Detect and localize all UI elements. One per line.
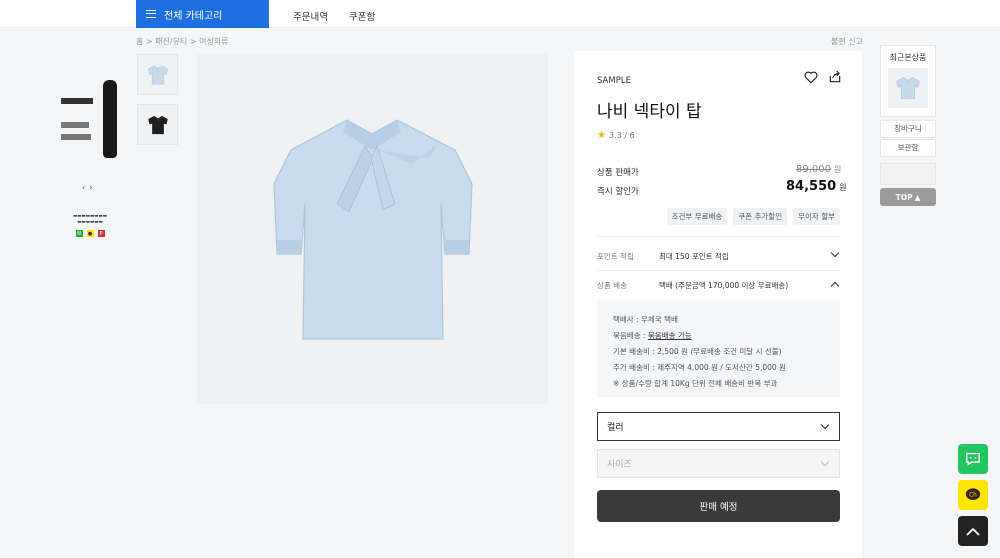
menu-icon [146,10,156,18]
top-bar: 전체 카테고리 주문내역 쿠폰함 [0,0,1000,28]
shipping-extra-fee: 추가 배송비 : 제주지역 4,000 원 / 도서산간 5,000 원 [613,363,786,372]
points-value: 최대 150 포인트 적립 [659,252,729,261]
tag-coupon-discount: 쿠폰 추가할인 [733,208,788,225]
promo-graphic-text: ▬▬▬▬▬▬▬▬ ▬▬▬▬▬▬ [72,214,107,225]
shipping-label: 상품 배송 [597,281,627,290]
star-icon: ★ [597,130,606,141]
share-icon[interactable] [828,70,842,84]
divider [597,270,840,271]
recent-product-thumbnail[interactable] [888,68,928,108]
ad-graphic-line [61,134,91,140]
scroll-top-button[interactable]: TOP ▲ [880,188,936,206]
kakao-channel-button[interactable]: Ch [958,480,988,510]
left-promo-banner[interactable]: ▬▬▬▬▬▬▬▬ ▬▬▬▬▬▬ N ● P [65,214,115,237]
left-banner-ad[interactable] [55,80,125,160]
report-link[interactable]: 불편 신고 [831,36,863,47]
chat-bubble-icon [966,452,980,466]
caret-up-icon: ▲ [914,192,921,202]
color-select-label: 컬러 [607,423,624,433]
scroll-up-button[interactable] [958,516,988,546]
buy-button[interactable]: 판매 예정 [597,490,840,522]
product-rating[interactable]: ★ 3.3 / 6 [597,130,635,141]
price-label: 상품 판매가 [597,168,639,178]
blouse-image [273,119,473,340]
benefit-tags: 조건부 무료배송 쿠폰 추가할인 무이자 할부 [666,208,840,225]
bundle-shipping-link[interactable]: 묶음배송 가능 [648,331,692,340]
kakao-channel-icon: Ch [965,488,981,500]
brand-name[interactable]: SAMPLE [597,76,631,86]
cart-link[interactable]: 장바구니 [880,120,936,138]
ad-product-graphic [103,80,117,158]
talk-chat-button[interactable] [958,444,988,474]
blouse-thumbnail-image [896,77,920,99]
blouse-thumbnail-image [147,65,168,84]
chevron-up-icon [966,527,980,536]
nav-coupons-link[interactable]: 쿠폰함 [349,9,375,23]
nav-orders-link[interactable]: 주문내역 [293,9,328,23]
shipping-details: 택배사 : 우체국 택배 묶음배송 : 묶음배송 가능 기본 배송비 : 2,5… [597,300,840,397]
rating-value: 3.3 / 6 [608,131,635,140]
color-select[interactable]: 컬러 [597,412,840,441]
product-thumbnail-black[interactable] [137,104,178,145]
heart-icon[interactable] [804,71,818,84]
partner-logo-icon: N [75,230,83,237]
sale-price: 84,550 원 [786,179,847,194]
partner-logo-icon: P [97,230,105,237]
size-select[interactable]: 사이즈 [597,449,840,478]
product-title: 나비 넥타이 탑 [597,102,702,122]
divider [597,236,840,237]
discount-label: 즉시 할인가 [597,187,639,197]
all-categories-label: 전체 카테고리 [164,10,223,22]
partner-logo-icon: ● [86,230,94,237]
product-thumbnail-blue[interactable] [137,54,178,95]
wishlist-link[interactable]: 보관함 [880,139,936,157]
main-product-image[interactable] [197,54,548,404]
sidebar-banner-ad[interactable] [880,163,936,185]
tag-free-shipping: 조건부 무료배송 [666,208,728,225]
shipping-courier: 택배사 : 우체국 택배 [613,315,678,324]
top-label: TOP [895,192,913,202]
promo-logos: N ● P [65,230,115,237]
svg-text:Ch: Ch [969,492,977,498]
shipping-value: 택배 (주문금액 170,000 이상 무료배송) [659,281,789,290]
recently-viewed-title: 최근본상품 [889,53,927,62]
shipping-bundle: 묶음배송 : 묶음배송 가능 [613,331,692,340]
chevron-down-icon [820,457,830,467]
blouse-thumbnail-image [147,115,168,134]
breadcrumb[interactable]: 홈 > 패션/뷰티 > 여성의류 [136,36,229,47]
points-label: 포인트 적립 [597,252,634,261]
chevron-up-icon[interactable] [830,281,840,291]
all-categories-button[interactable]: 전체 카테고리 [136,0,269,28]
size-select-label: 사이즈 [607,460,632,470]
original-price: 89,000 원 [796,164,842,175]
shipping-note: ※ 상품/수량 합계 10Kg 단위 전체 배송비 반복 부과 [613,379,778,388]
ad-graphic-line [61,98,93,104]
tag-installment: 무이자 할부 [793,208,840,225]
ad-carousel-arrows[interactable]: ‹› [82,183,96,192]
chevron-down-icon[interactable] [830,248,840,258]
recently-viewed: 최근본상품 [880,45,936,117]
shipping-base-fee: 기본 배송비 : 2,500 원 (무료배송 조건 미달 시 선불) [613,347,782,356]
product-info-panel: SAMPLE 나비 넥타이 탑 ★ 3.3 / 6 상품 판매가 89,000 원… [574,51,862,558]
ad-graphic-line [61,122,89,128]
chevron-down-icon [820,420,830,430]
